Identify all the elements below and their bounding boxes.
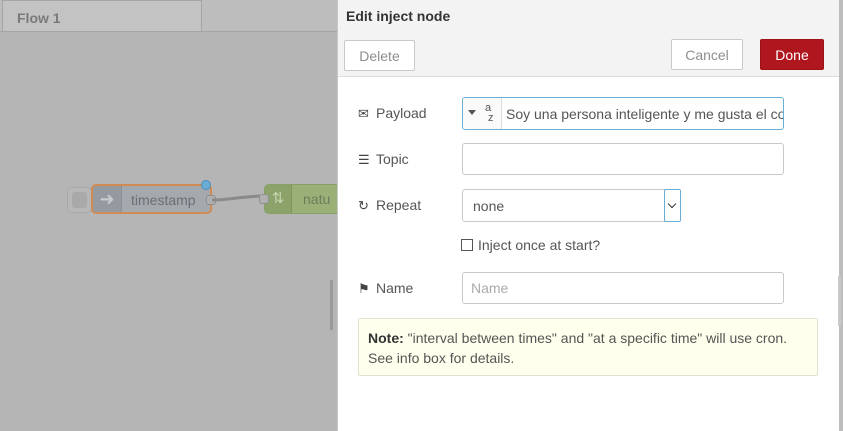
note-text: "interval between times" and "at a speci…	[368, 330, 788, 366]
shuffle-icon: ⇅	[265, 185, 292, 213]
workspace: Flow 1 ➜ timestamp ⇅ natu	[0, 0, 344, 431]
chevron-down-icon	[667, 199, 677, 209]
payload-type-selector[interactable]: a z	[463, 98, 502, 129]
tag-icon: ⚑	[358, 281, 370, 296]
repeat-label: ↻ Repeat	[358, 197, 458, 214]
changed-indicator	[201, 180, 211, 190]
repeat-icon: ↻	[358, 198, 369, 213]
tab-bar: Flow 1	[0, 0, 337, 32]
node-label: timestamp	[131, 192, 196, 208]
topic-label: ☰ Topic	[358, 151, 458, 168]
function-node-natu[interactable]: ⇅ natu	[264, 184, 344, 214]
list-icon: ☰	[358, 152, 370, 167]
tray-title: Edit inject node	[346, 8, 451, 24]
envelope-icon: ✉	[358, 106, 369, 121]
inject-trigger-button[interactable]	[67, 187, 92, 213]
done-button[interactable]: Done	[760, 39, 824, 70]
inject-node-timestamp[interactable]: ➜ timestamp	[91, 184, 212, 214]
repeat-dropdown-button[interactable]	[664, 189, 681, 222]
edit-tray: Edit inject node Delete Cancel Done ✉ Pay…	[337, 0, 839, 431]
payload-input[interactable]: a z Soy una persona inteligente y me gus…	[462, 97, 784, 130]
caret-down-icon	[468, 110, 476, 115]
topic-label-text: Topic	[376, 151, 409, 167]
tab-flow-1[interactable]: Flow 1	[2, 0, 202, 31]
node-label: natu	[303, 191, 331, 207]
name-label: ⚑ Name	[358, 280, 458, 297]
input-port[interactable]	[259, 194, 269, 204]
resize-handle[interactable]	[330, 280, 333, 330]
tray-resize-handle[interactable]	[838, 276, 841, 326]
topic-input[interactable]	[462, 143, 784, 175]
tray-toolbar: Delete Cancel Done	[338, 31, 839, 77]
note-prefix: Note:	[368, 330, 404, 346]
inject-once-checkbox[interactable]	[461, 239, 473, 251]
delete-button[interactable]: Delete	[344, 40, 415, 71]
string-type-icon: a z	[485, 102, 494, 124]
name-input[interactable]	[462, 272, 784, 304]
tray-header: Edit inject node	[338, 0, 839, 32]
payload-label-text: Payload	[376, 105, 427, 121]
payload-label: ✉ Payload	[358, 105, 458, 122]
payload-value: Soy una persona inteligente y me gusta e…	[506, 106, 784, 122]
repeat-value: none	[473, 198, 505, 214]
note-box: Note: "interval between times" and "at a…	[358, 318, 818, 376]
repeat-label-text: Repeat	[376, 197, 422, 213]
name-label-text: Name	[376, 280, 414, 296]
repeat-select[interactable]: none	[462, 189, 681, 222]
cancel-button[interactable]: Cancel	[671, 39, 743, 70]
arrow-right-icon: ➜	[93, 186, 122, 212]
inject-once-label: Inject once at start?	[478, 237, 601, 253]
